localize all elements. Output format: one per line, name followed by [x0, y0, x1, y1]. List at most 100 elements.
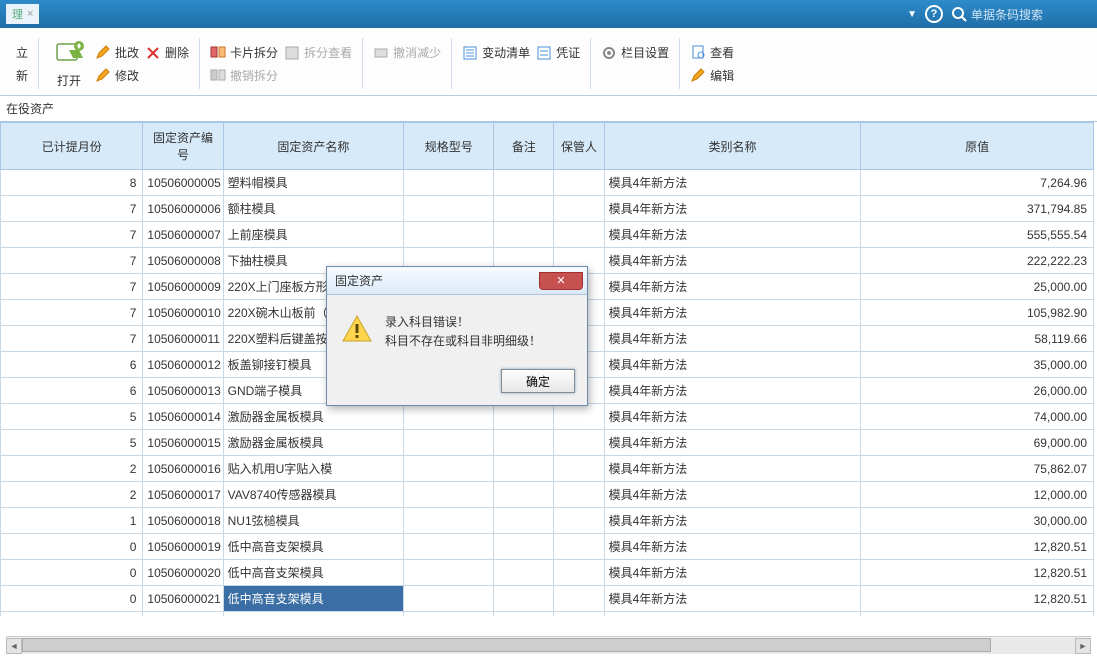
- cell-month: 1: [1, 508, 143, 534]
- cell-month: 7: [1, 300, 143, 326]
- cell-keeper: [554, 508, 604, 534]
- table-row[interactable]: 510506000015激励器金属板模具模具4年新方法69,000.00: [1, 430, 1094, 456]
- pencil-icon: [95, 67, 111, 83]
- table-row[interactable]: 010506000019低中高音支架模具模具4年新方法12,820.51: [1, 534, 1094, 560]
- cell-asset-no: 10506000019: [143, 534, 223, 560]
- search-placeholder: 单据条码搜索: [971, 6, 1091, 23]
- scroll-track[interactable]: [22, 638, 1075, 654]
- cell-asset-name: NU1弦槌模具: [223, 508, 403, 534]
- open-button[interactable]: 打开: [49, 36, 89, 91]
- list-icon: [462, 45, 478, 61]
- li-button[interactable]: 立: [16, 44, 28, 61]
- view-button[interactable]: 查看: [690, 44, 734, 61]
- table-row[interactable]: 210506000017VAV8740传感器模具模具4年新方法12,000.00: [1, 482, 1094, 508]
- cell-spec: [404, 456, 494, 482]
- horizontal-scrollbar[interactable]: ◄ ►: [6, 636, 1091, 654]
- cell-value: 12,820.51: [861, 560, 1094, 586]
- scroll-thumb[interactable]: [22, 638, 991, 652]
- xin-button[interactable]: 新: [16, 67, 28, 84]
- cell-value: 12,000.00: [861, 482, 1094, 508]
- cell-value: 105,982.90: [861, 300, 1094, 326]
- edit-button[interactable]: 编辑: [690, 67, 734, 84]
- col-month[interactable]: 已计提月份: [1, 123, 143, 170]
- cell-keeper: [554, 456, 604, 482]
- cell-asset-name: VAV8740传感器模具: [223, 482, 403, 508]
- table-row[interactable]: 710506000007上前座模具模具4年新方法555,555.54: [1, 222, 1094, 248]
- cell-category: 模具4年新方法: [604, 352, 861, 378]
- view-doc-icon: [690, 44, 706, 60]
- cell-category: 模具4年新方法: [604, 300, 861, 326]
- col-asset-no[interactable]: 固定资产编号: [143, 123, 223, 170]
- col-remark[interactable]: 备注: [494, 123, 554, 170]
- change-list-button[interactable]: 变动清单: [462, 44, 530, 61]
- cell-keeper: [554, 560, 604, 586]
- cell-value: 35,000.00: [861, 352, 1094, 378]
- cell-month: 2: [1, 482, 143, 508]
- scroll-right-icon[interactable]: ►: [1075, 638, 1091, 654]
- cell-category: 模具4年新方法: [604, 508, 861, 534]
- cell-month: 2: [1, 456, 143, 482]
- undo-split-button: 撤销拆分: [210, 67, 278, 84]
- cell-asset-name: 塑料帽模具: [223, 170, 403, 196]
- table-row[interactable]: 810506000005塑料帽模具模具4年新方法7,264.96: [1, 170, 1094, 196]
- dialog-title-text: 固定资产: [335, 272, 383, 289]
- pencil-icon: [95, 44, 111, 60]
- table-row[interactable]: 110506000018NU1弦槌模具模具4年新方法30,000.00: [1, 508, 1094, 534]
- table-row[interactable]: 510506000014激励器金属板模具模具4年新方法74,000.00: [1, 404, 1094, 430]
- table-row[interactable]: 710506000006额柱模具模具4年新方法371,794.85: [1, 196, 1094, 222]
- table-row[interactable]: 010506000020低中高音支架模具模具4年新方法12,820.51: [1, 560, 1094, 586]
- col-asset-name[interactable]: 固定资产名称: [223, 123, 403, 170]
- cell-remark: [494, 482, 554, 508]
- table-row[interactable]: 210506000016贴入机用U字贴入模模具4年新方法75,862.07: [1, 456, 1094, 482]
- batch-edit-button[interactable]: 批改: [95, 44, 139, 61]
- chevron-down-icon[interactable]: ▼: [907, 9, 917, 20]
- cell-value: 371,794.85: [861, 196, 1094, 222]
- cell-asset-no: 10506000005: [143, 170, 223, 196]
- cell-asset-name: 上前座模具: [223, 222, 403, 248]
- cell-asset-name: 低中高音支架模具: [223, 534, 403, 560]
- cell-asset-no: 10506000021: [143, 586, 223, 612]
- dialog-close-button[interactable]: ✕: [539, 272, 583, 290]
- card-split-button[interactable]: 卡片拆分: [210, 44, 278, 61]
- cell-category: 模具4年新方法: [604, 534, 861, 560]
- cell-spec: [404, 508, 494, 534]
- modify-button[interactable]: 修改: [95, 67, 139, 84]
- help-icon[interactable]: ?: [925, 5, 943, 23]
- cell-remark: [494, 456, 554, 482]
- col-keeper[interactable]: 保管人: [554, 123, 604, 170]
- cell-asset-no: 10506000016: [143, 456, 223, 482]
- split-icon: [210, 44, 226, 60]
- cell-asset-no: 10506000014: [143, 404, 223, 430]
- cell-asset-no: 10506000010: [143, 300, 223, 326]
- col-orig-value[interactable]: 原值: [861, 123, 1094, 170]
- close-tab-icon[interactable]: ×: [27, 8, 33, 20]
- pencil-icon: [690, 67, 706, 83]
- error-dialog: 固定资产 ✕ 录入科目错误！ 科目不存在或科目非明细级！ 确定: [326, 266, 588, 406]
- col-spec[interactable]: 规格型号: [404, 123, 494, 170]
- cell-month: 7: [1, 222, 143, 248]
- cell-value: 7,264.96: [861, 170, 1094, 196]
- active-tab[interactable]: 理 ×: [6, 4, 39, 24]
- search-box[interactable]: 单据条码搜索: [951, 6, 1091, 23]
- cell-month: 0: [1, 534, 143, 560]
- cell-spec: [404, 222, 494, 248]
- table-row[interactable]: 010506000021低中高音支架模具模具4年新方法12,820.51: [1, 586, 1094, 612]
- cell-value: 222,222.23: [861, 248, 1094, 274]
- cell-remark: [494, 170, 554, 196]
- column-settings-button[interactable]: 栏目设置: [601, 44, 669, 61]
- cell-month: 0: [1, 586, 143, 612]
- dialog-line2: 科目不存在或科目非明细级！: [385, 332, 541, 351]
- ok-button[interactable]: 确定: [501, 369, 575, 393]
- ribbon-toolbar: 立 新 打开 批改 修改 删除: [0, 28, 1097, 96]
- dialog-titlebar[interactable]: 固定资产 ✕: [327, 267, 587, 295]
- cell-keeper: [554, 222, 604, 248]
- cell-asset-name: 低中高音支架模具: [223, 586, 403, 612]
- tab-label-text: 理: [12, 6, 23, 22]
- scroll-left-icon[interactable]: ◄: [6, 638, 22, 654]
- col-category[interactable]: 类别名称: [604, 123, 861, 170]
- delete-button[interactable]: 删除: [145, 44, 189, 61]
- undo-icon: [210, 67, 226, 83]
- cell-category: 模具4年新方法: [604, 586, 861, 612]
- cell-asset-name: 激励器金属板模具: [223, 430, 403, 456]
- voucher-button[interactable]: 凭证: [536, 44, 580, 61]
